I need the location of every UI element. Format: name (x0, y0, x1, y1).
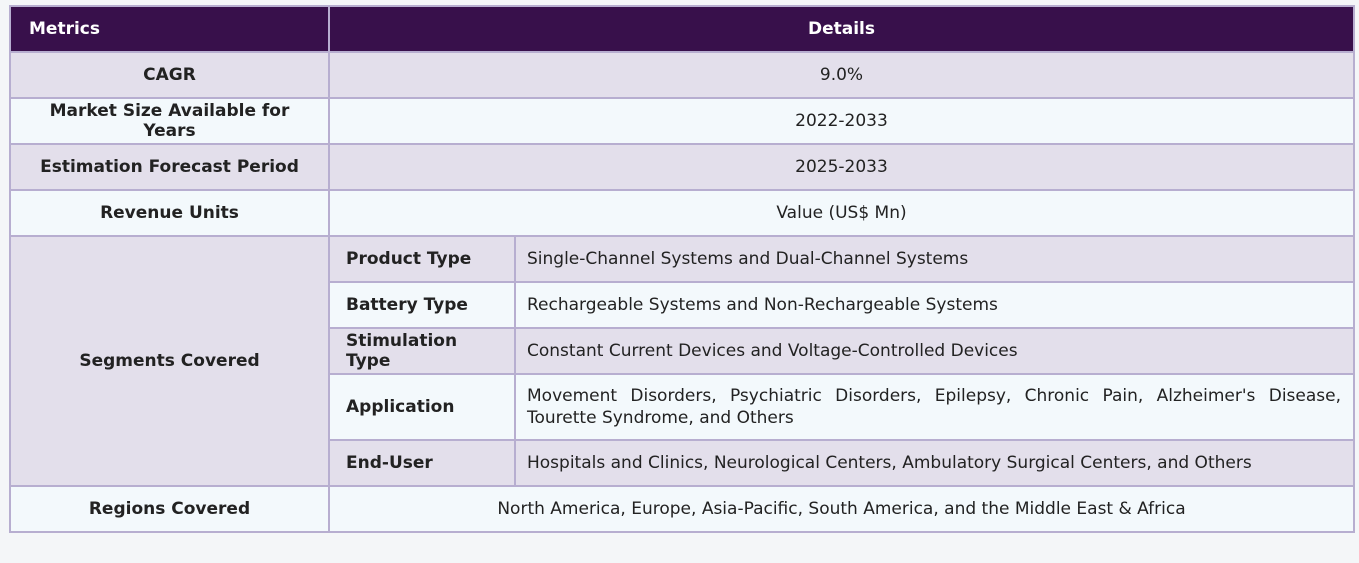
header-details: Details (328, 5, 1355, 53)
segment-label: Battery Type (328, 281, 516, 329)
table-header-row: Metrics Details (9, 5, 1355, 53)
market-report-table: Metrics Details CAGR 9.0% Market Size Av… (9, 5, 1355, 533)
metric-label: Regions Covered (9, 485, 330, 533)
metric-label: Estimation Forecast Period (9, 143, 330, 191)
metric-value: 2025-2033 (328, 143, 1355, 191)
segment-value: Hospitals and Clinics, Neurological Cent… (514, 439, 1355, 487)
segment-value: Movement Disorders, Psychiatric Disorder… (514, 373, 1355, 441)
segment-value: Single-Channel Systems and Dual-Channel … (514, 235, 1355, 283)
table-row-revenue: Revenue Units Value (US$ Mn) (9, 189, 1355, 237)
segment-label: Stimulation Type (328, 327, 516, 375)
segment-label: Application (328, 373, 516, 441)
header-metrics: Metrics (9, 5, 330, 53)
metric-value: 2022-2033 (328, 97, 1355, 145)
segment-value: Rechargeable Systems and Non-Rechargeabl… (514, 281, 1355, 329)
metric-label-segments: Segments Covered (9, 235, 330, 487)
table-row-market-size: Market Size Available for Years 2022-203… (9, 97, 1355, 145)
segment-label: Product Type (328, 235, 516, 283)
metric-label: Revenue Units (9, 189, 330, 237)
segment-row-product-type: Segments Covered Product Type Single-Cha… (9, 235, 1355, 487)
table-row-cagr: CAGR 9.0% (9, 51, 1355, 99)
segment-value: Constant Current Devices and Voltage-Con… (514, 327, 1355, 375)
metric-value: 9.0% (328, 51, 1355, 99)
metric-label: CAGR (9, 51, 330, 99)
metric-value: Value (US$ Mn) (328, 189, 1355, 237)
table-row-regions: Regions Covered North America, Europe, A… (9, 485, 1355, 533)
table-row-forecast: Estimation Forecast Period 2025-2033 (9, 143, 1355, 191)
metric-value: North America, Europe, Asia-Pacific, Sou… (328, 485, 1355, 533)
segment-label: End-User (328, 439, 516, 487)
metric-label: Market Size Available for Years (9, 97, 330, 145)
